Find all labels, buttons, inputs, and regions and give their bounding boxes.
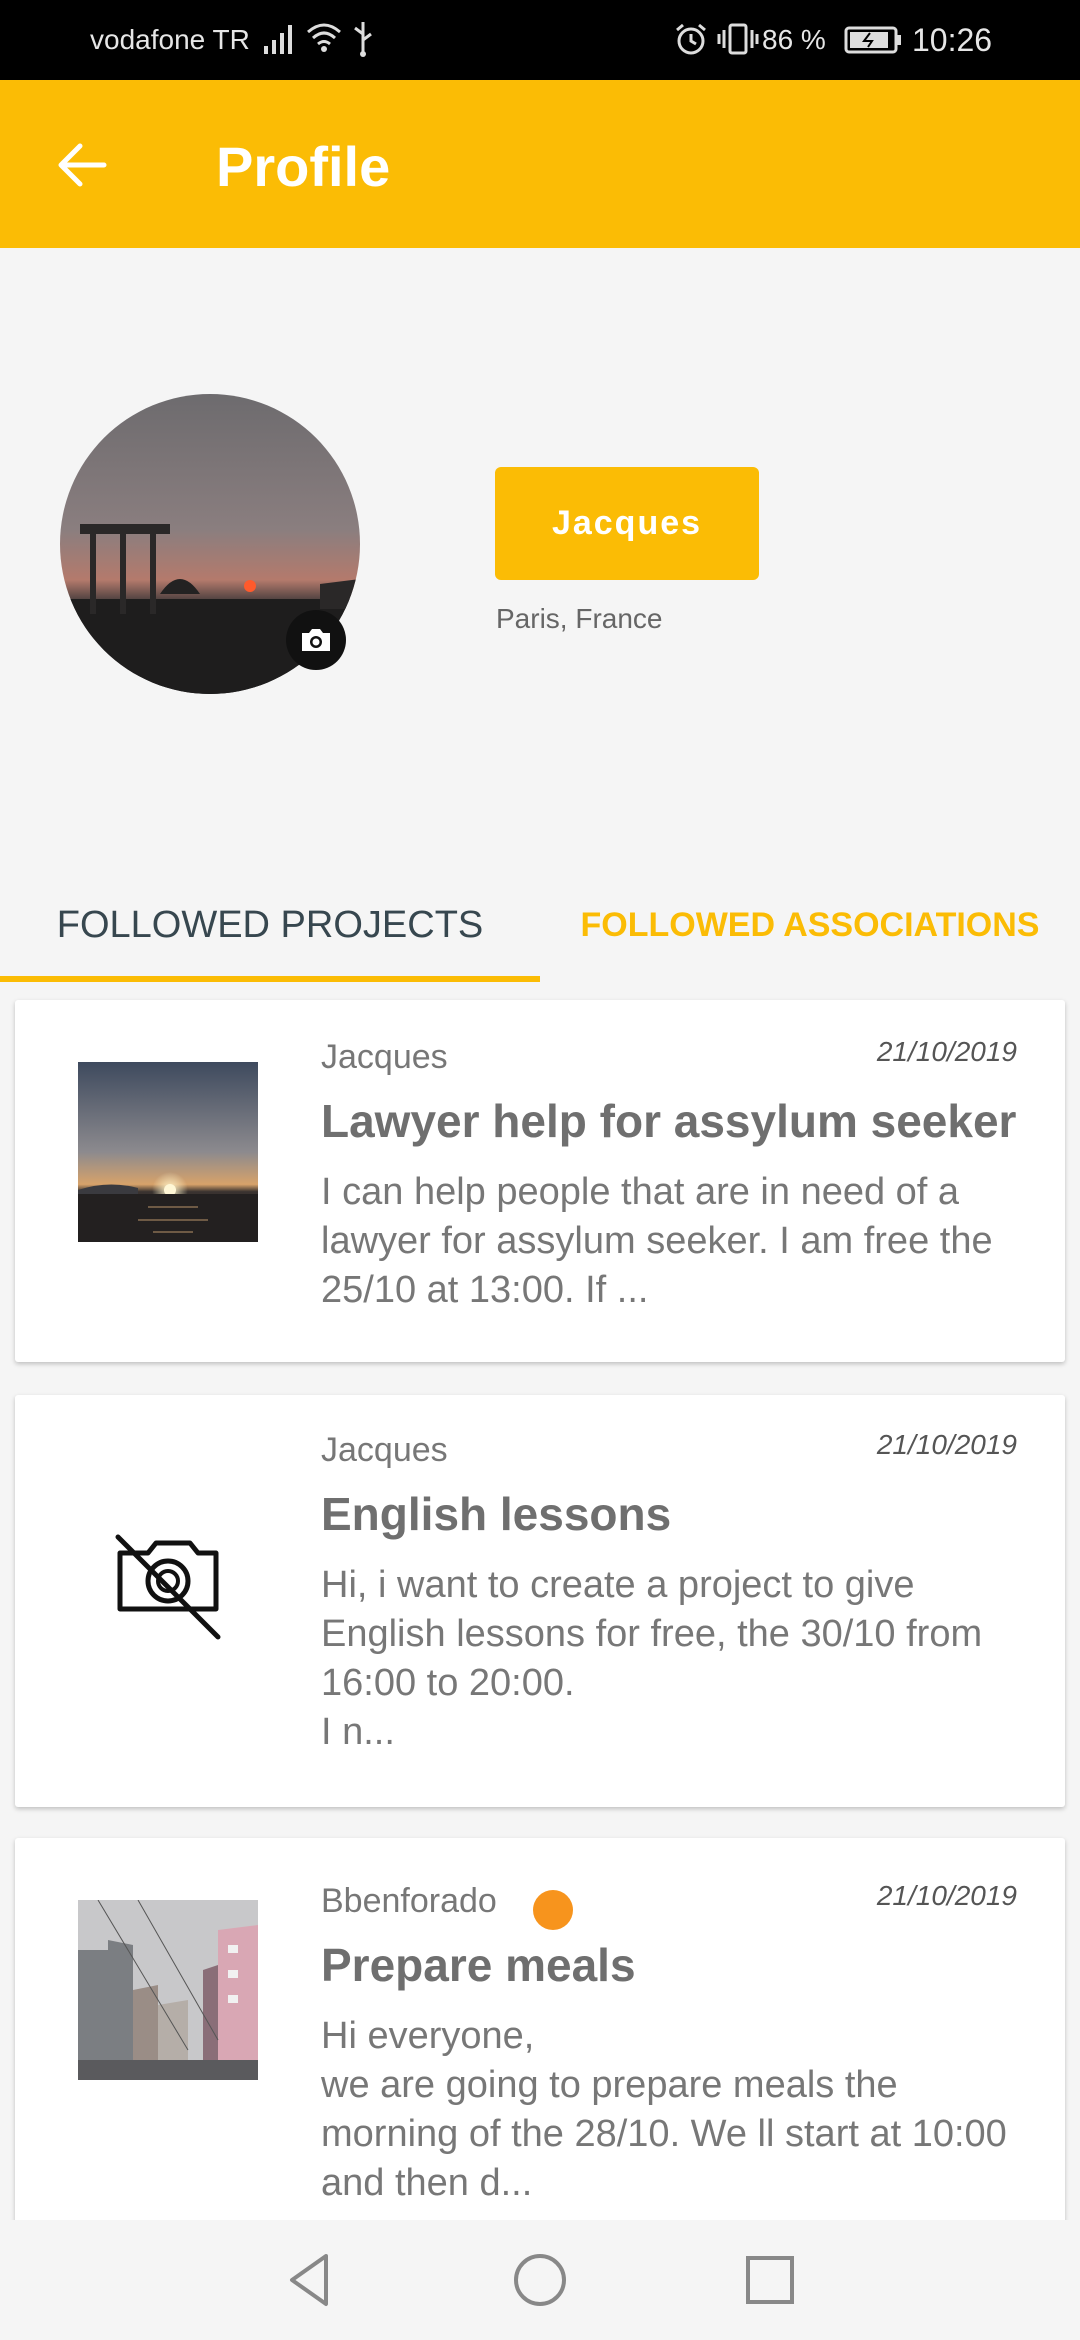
- camera-icon: [302, 629, 330, 651]
- app-bar: Profile: [0, 80, 1080, 248]
- nav-recents-icon[interactable]: [740, 2250, 800, 2310]
- usb-icon: [354, 22, 372, 57]
- tab-bar: FOLLOWED PROJECTS FOLLOWED ASSOCIATIONS: [0, 866, 1080, 984]
- signal-icon: [264, 25, 292, 54]
- change-photo-button[interactable]: [286, 610, 346, 670]
- tab-followed-associations[interactable]: FOLLOWED ASSOCIATIONS: [540, 866, 1080, 984]
- project-date: 21/10/2019: [876, 1036, 1017, 1067]
- profile-name-button[interactable]: Jacques: [495, 467, 759, 580]
- project-title: Prepare meals: [321, 1939, 636, 1991]
- project-description: Hi everyone, we are going to prepare mea…: [321, 2015, 1007, 2204]
- project-date: 21/10/2019: [876, 1429, 1017, 1460]
- tab-followed-projects[interactable]: FOLLOWED PROJECTS: [0, 866, 540, 984]
- project-card[interactable]: Jacques 21/10/2019 Lawyer help for assyl…: [15, 1000, 1065, 1362]
- profile-location: Paris, France: [496, 603, 663, 634]
- status-bar: vodafone TR 86 % 10:26: [0, 0, 1080, 80]
- nav-home-icon[interactable]: [510, 2250, 570, 2310]
- page-title: Profile: [216, 135, 391, 198]
- project-card[interactable]: Jacques 21/10/2019 English lessons Hi, i…: [15, 1395, 1065, 1807]
- project-description: Hi, i want to create a project to give E…: [321, 1564, 983, 1753]
- battery-icon: [844, 26, 901, 54]
- system-nav-bar: [0, 2220, 1080, 2340]
- project-card[interactable]: Bbenforado 21/10/2019 Prepare meals Hi e…: [15, 1838, 1065, 2258]
- wifi-icon: [307, 23, 341, 52]
- project-author: Bbenforado: [321, 1882, 497, 1920]
- project-date: 21/10/2019: [876, 1880, 1017, 1911]
- back-arrow-icon[interactable]: [54, 138, 108, 192]
- tab-indicator: [0, 976, 540, 982]
- project-author: Jacques: [321, 1038, 448, 1076]
- status-dot: [533, 1890, 573, 1930]
- vibrate-icon: [717, 23, 759, 55]
- project-thumbnail: [78, 1900, 258, 2080]
- no-photo-icon: [115, 1534, 221, 1640]
- clock: 10:26: [912, 22, 993, 58]
- project-title: English lessons: [321, 1488, 672, 1540]
- carrier-label: vodafone TR: [90, 24, 250, 55]
- project-title: Lawyer help for assylum seeker: [321, 1095, 1017, 1147]
- alarm-icon: [676, 23, 706, 55]
- profile-avatar-container: [60, 394, 360, 694]
- project-description: I can help people that are in need of a …: [321, 1171, 993, 1311]
- project-author: Jacques: [321, 1431, 448, 1469]
- nav-back-icon[interactable]: [280, 2250, 340, 2310]
- project-thumbnail: [78, 1062, 258, 1242]
- battery-percent: 86 %: [762, 24, 826, 55]
